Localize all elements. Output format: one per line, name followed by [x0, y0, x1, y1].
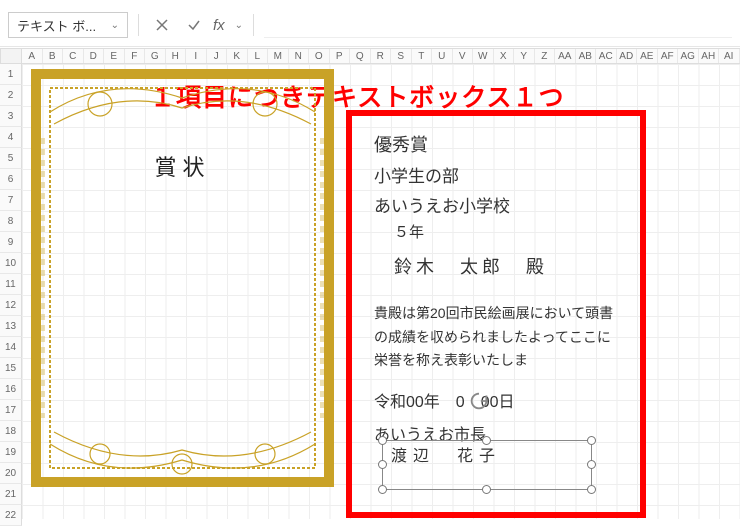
column-header[interactable]: AB — [576, 49, 597, 63]
row-header[interactable]: 13 — [0, 316, 22, 337]
row-headers: 12345678910111213141516171819202122 — [0, 64, 22, 519]
textbox-grade[interactable]: ５年 — [374, 221, 624, 244]
column-header[interactable]: U — [432, 49, 453, 63]
column-header[interactable]: E — [104, 49, 125, 63]
selected-textbox[interactable]: 渡辺 花子 — [382, 440, 592, 490]
resize-handle-bottom-middle[interactable] — [482, 485, 491, 494]
column-header[interactable]: AI — [719, 49, 740, 63]
name-box-text: テキスト ボ... — [17, 16, 96, 35]
certificate-frame: 賞状 — [30, 68, 335, 488]
textbox-date[interactable]: 令和00年 0 00日 — [374, 391, 624, 416]
resize-handle-top-left[interactable] — [378, 436, 387, 445]
row-header[interactable]: 22 — [0, 505, 22, 526]
refresh-icon — [468, 390, 490, 412]
column-header[interactable]: O — [309, 49, 330, 63]
resize-handle-top-middle[interactable] — [482, 436, 491, 445]
row-header[interactable]: 4 — [0, 127, 22, 148]
resize-handle-middle-right[interactable] — [587, 460, 596, 469]
fx-icon[interactable]: fx — [213, 17, 229, 34]
textbox-prize[interactable]: 優秀賞 — [374, 132, 624, 160]
textbox-school[interactable]: あいうえお小学校 — [374, 194, 624, 220]
column-header[interactable]: I — [186, 49, 207, 63]
textbox-stack: 優秀賞 小学生の部 あいうえお小学校 ５年 鈴木 太郎 殿 貴殿は第20回市民絵… — [374, 132, 624, 496]
column-header[interactable]: AE — [637, 49, 658, 63]
worksheet[interactable]: ABCDEFGHIJKLMNOPQRSTUVWXYZAAABACADAEAFAG… — [0, 48, 740, 519]
textbox-body[interactable]: 貴殿は第20回市民絵画展において頭書の成績を収められましたよってここに栄誉を称え… — [374, 302, 624, 373]
certificate-title: 賞状 — [30, 150, 335, 182]
column-header[interactable]: AC — [596, 49, 617, 63]
row-header[interactable]: 3 — [0, 106, 22, 127]
row-header[interactable]: 8 — [0, 211, 22, 232]
divider — [138, 14, 139, 36]
row-header[interactable]: 10 — [0, 253, 22, 274]
column-header[interactable]: P — [330, 49, 351, 63]
column-header[interactable]: N — [289, 49, 310, 63]
column-header[interactable]: Q — [350, 49, 371, 63]
resize-handle-bottom-right[interactable] — [587, 485, 596, 494]
column-header[interactable]: D — [84, 49, 105, 63]
check-icon — [186, 17, 202, 33]
column-header[interactable]: J — [207, 49, 228, 63]
column-headers: ABCDEFGHIJKLMNOPQRSTUVWXYZAAABACADAEAFAG… — [22, 48, 740, 64]
column-header[interactable]: Y — [514, 49, 535, 63]
divider — [253, 14, 254, 36]
column-header[interactable]: K — [227, 49, 248, 63]
chevron-down-icon[interactable]: ⌄ — [111, 20, 119, 31]
row-header[interactable]: 2 — [0, 85, 22, 106]
row-header[interactable]: 18 — [0, 421, 22, 442]
annotation-box: 優秀賞 小学生の部 あいうえお小学校 ５年 鈴木 太郎 殿 貴殿は第20回市民絵… — [346, 110, 646, 518]
formula-input[interactable] — [264, 12, 732, 38]
column-header[interactable]: B — [43, 49, 64, 63]
name-box[interactable]: テキスト ボ... ⌄ — [8, 12, 128, 38]
column-header[interactable]: AA — [555, 49, 576, 63]
column-header[interactable]: W — [473, 49, 494, 63]
column-header[interactable]: L — [248, 49, 269, 63]
divider — [0, 46, 740, 47]
resize-handle-bottom-left[interactable] — [378, 485, 387, 494]
row-header[interactable]: 15 — [0, 358, 22, 379]
formula-bar-toolbar: テキスト ボ... ⌄ fx ⌄ — [0, 6, 740, 44]
textbox-signer: 渡辺 花子 — [391, 445, 501, 470]
column-header[interactable]: V — [453, 49, 474, 63]
chevron-down-icon[interactable]: ⌄ — [235, 20, 243, 31]
row-header[interactable]: 7 — [0, 190, 22, 211]
row-header[interactable]: 9 — [0, 232, 22, 253]
row-header[interactable]: 11 — [0, 274, 22, 295]
column-header[interactable]: AH — [699, 49, 720, 63]
row-header[interactable]: 19 — [0, 442, 22, 463]
row-header[interactable]: 12 — [0, 295, 22, 316]
textbox-name[interactable]: 鈴木 太郎 殿 — [374, 254, 624, 282]
column-header[interactable]: X — [494, 49, 515, 63]
resize-handle-top-right[interactable] — [587, 436, 596, 445]
column-header[interactable]: S — [391, 49, 412, 63]
column-header[interactable]: C — [63, 49, 84, 63]
column-header[interactable]: AF — [658, 49, 679, 63]
row-header[interactable]: 17 — [0, 400, 22, 421]
cancel-formula-button[interactable] — [149, 12, 175, 38]
close-icon — [154, 17, 170, 33]
row-header[interactable]: 1 — [0, 64, 22, 85]
row-header[interactable]: 16 — [0, 379, 22, 400]
column-header[interactable]: AD — [617, 49, 638, 63]
column-header[interactable]: AG — [678, 49, 699, 63]
column-header[interactable]: A — [22, 49, 43, 63]
column-header[interactable]: T — [412, 49, 433, 63]
row-header[interactable]: 5 — [0, 148, 22, 169]
row-header[interactable]: 21 — [0, 484, 22, 505]
row-header[interactable]: 14 — [0, 337, 22, 358]
textbox-division[interactable]: 小学生の部 — [374, 164, 624, 190]
row-header[interactable]: 6 — [0, 169, 22, 190]
column-header[interactable]: R — [371, 49, 392, 63]
column-header[interactable]: Z — [535, 49, 556, 63]
column-header[interactable]: F — [125, 49, 146, 63]
column-header[interactable]: M — [268, 49, 289, 63]
select-all-corner[interactable] — [0, 48, 22, 64]
resize-handle-middle-left[interactable] — [378, 460, 387, 469]
ornamental-border-icon — [30, 68, 335, 488]
textbox-date-text: 令和00年 0 00日 — [374, 394, 515, 411]
row-header[interactable]: 20 — [0, 463, 22, 484]
enter-formula-button[interactable] — [181, 12, 207, 38]
column-header[interactable]: H — [166, 49, 187, 63]
column-header[interactable]: G — [145, 49, 166, 63]
